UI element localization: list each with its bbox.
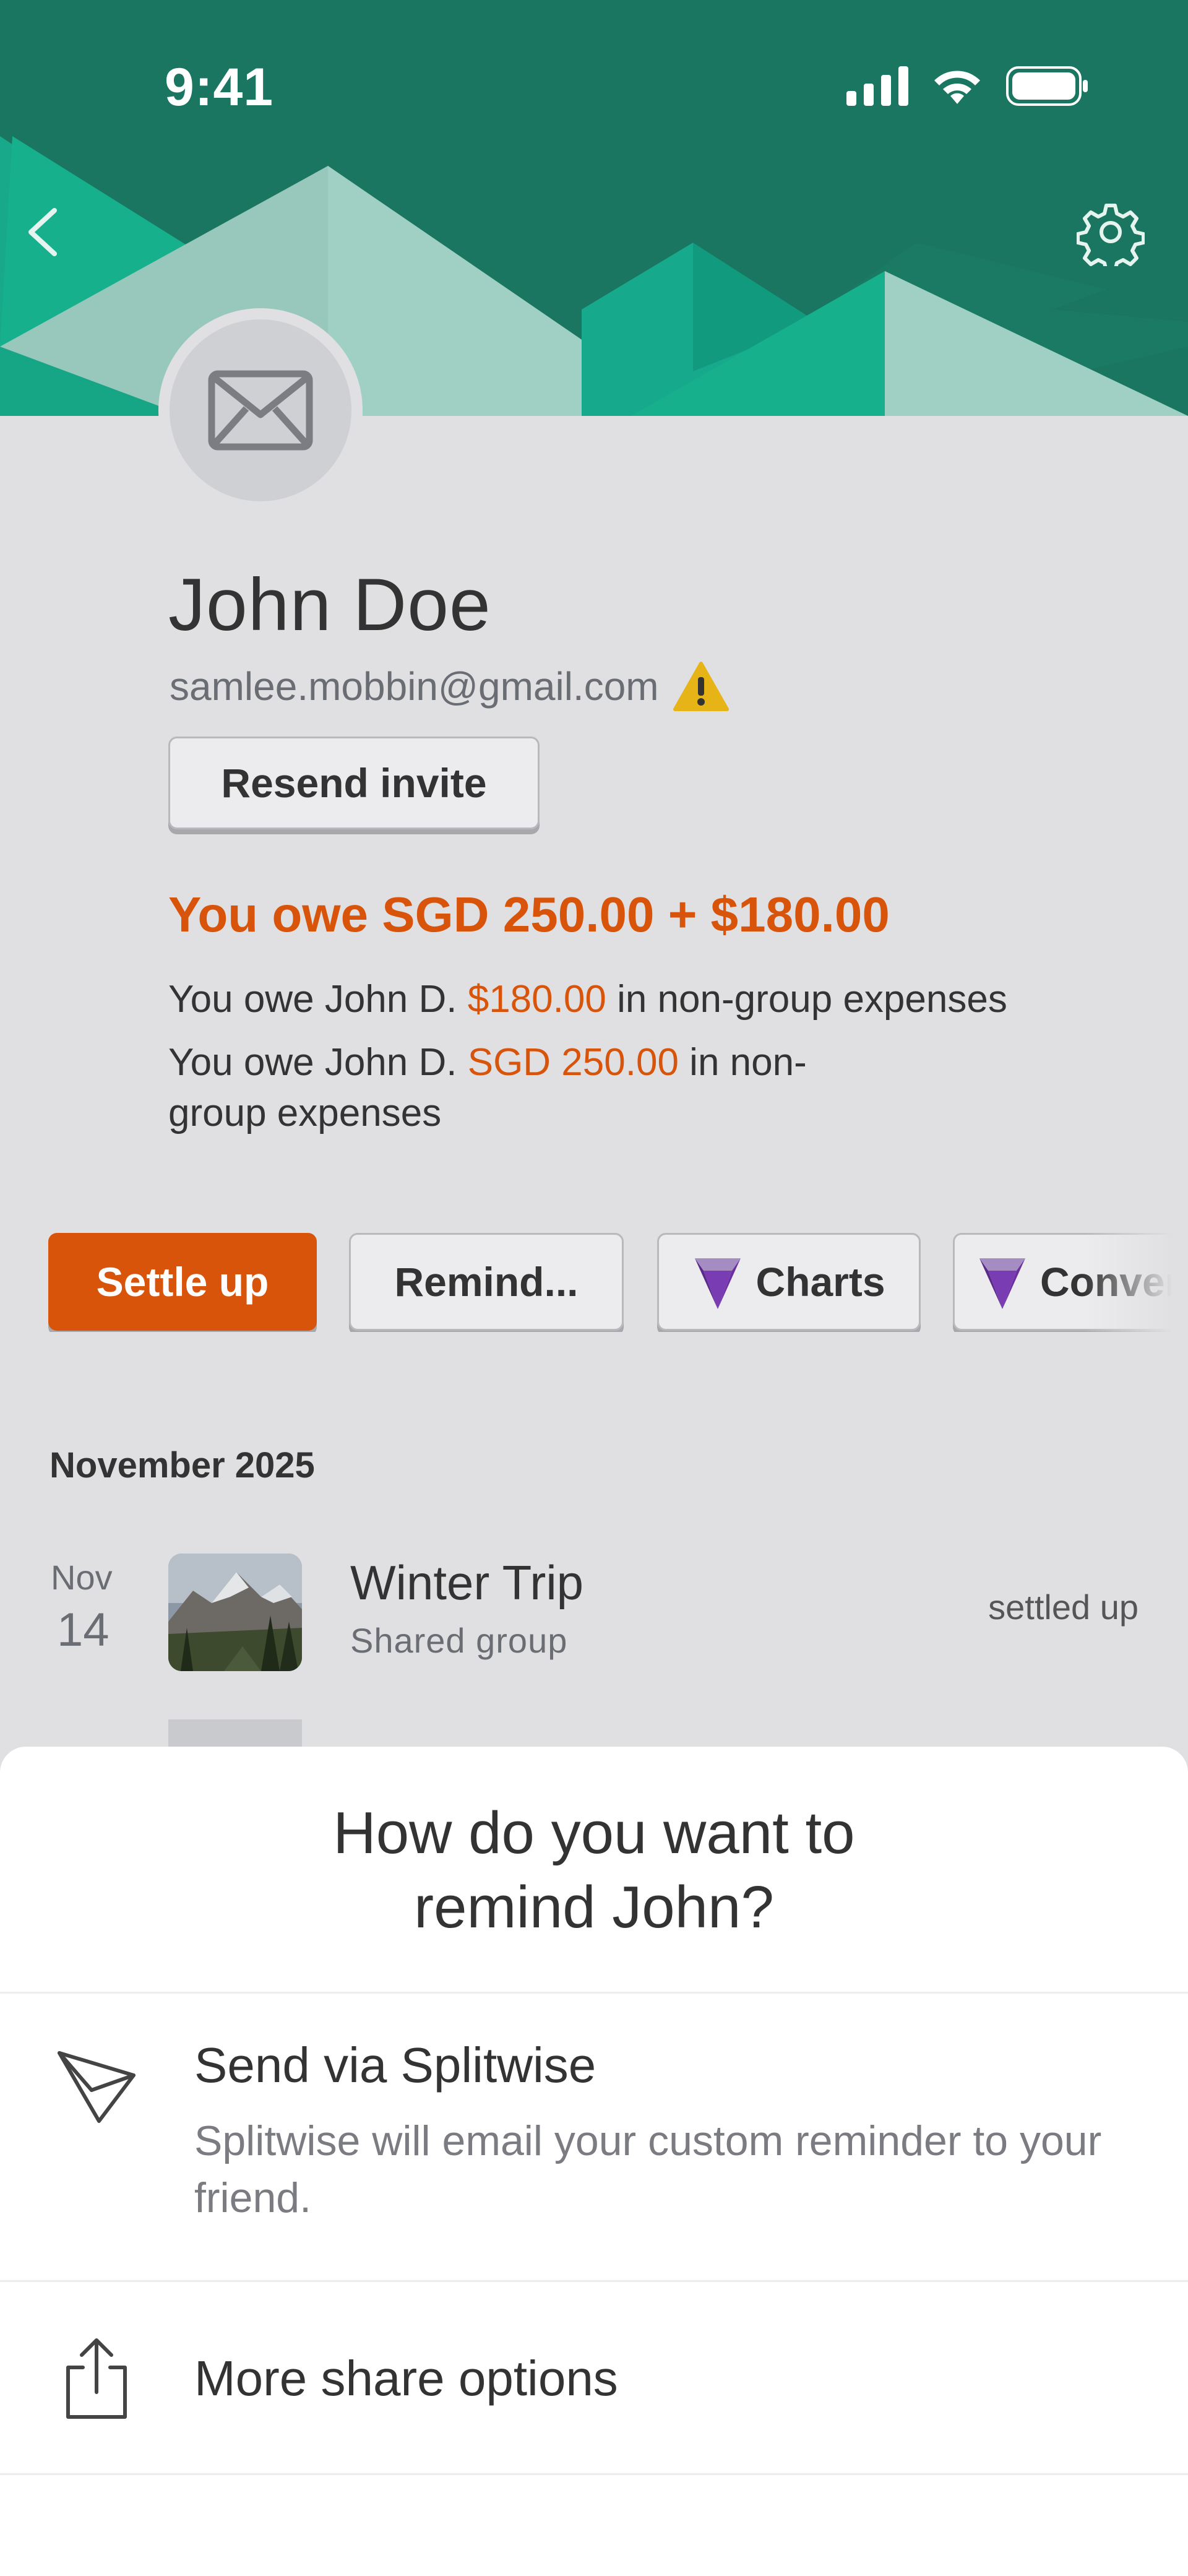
sheet-title-line: remind John? xyxy=(414,1874,774,1940)
back-button[interactable] xyxy=(19,198,68,266)
sheet-title: How do you want to remind John? xyxy=(0,1796,1188,1945)
option-title: More share options xyxy=(194,2351,618,2406)
share-icon xyxy=(66,2338,127,2419)
item-title: Winter Trip xyxy=(350,1555,584,1610)
item-subtitle: Shared group xyxy=(350,1621,568,1660)
profile-name: John Doe xyxy=(168,563,491,646)
charts-button[interactable]: Charts xyxy=(657,1233,921,1331)
list-item[interactable]: Nov 14 Winter Trip Shared group settled … xyxy=(0,1546,1188,1682)
wifi-icon xyxy=(934,71,980,104)
balance-line-sgd-cont: group expenses xyxy=(168,1092,442,1135)
item-status: settled up xyxy=(988,1588,1138,1627)
chevron-left-icon xyxy=(28,208,57,256)
status-time: 9:41 xyxy=(165,58,274,117)
gear-icon xyxy=(1076,204,1145,273)
balance-amount-sgd: SGD 250.00 xyxy=(467,1041,679,1084)
sheet-title-line: How do you want to xyxy=(333,1800,855,1866)
balance-line-usd: You owe John D. $180.00 in non-group exp… xyxy=(168,974,1007,1025)
item-month: Nov xyxy=(51,1558,113,1597)
profile-email: samlee.mobbin@gmail.com xyxy=(170,664,659,709)
settle-up-button[interactable]: Settle up xyxy=(48,1233,317,1331)
status-bar: 9:41 xyxy=(0,0,1188,142)
balance-line-text: You owe John D. xyxy=(168,1041,468,1084)
remind-button[interactable]: Remind... xyxy=(349,1233,624,1331)
balance-line-text: in non-group expenses xyxy=(606,978,1007,1021)
diamond-icon xyxy=(695,1258,741,1309)
email-row: samlee.mobbin@gmail.com xyxy=(170,661,730,712)
settings-button[interactable] xyxy=(1076,198,1145,273)
balance-line-sgd: You owe John D. SGD 250.00 in non- xyxy=(168,1037,807,1088)
resend-invite-button[interactable]: Resend invite xyxy=(168,737,540,829)
group-thumbnail xyxy=(168,1554,302,1671)
scroll-fade xyxy=(1083,1225,1188,1343)
warning-icon[interactable] xyxy=(673,661,730,712)
remind-sheet: How do you want to remind John? Send via… xyxy=(0,1747,1188,2576)
divider xyxy=(0,2473,1188,2475)
action-bar: Settle up Remind... Charts Conver xyxy=(48,1233,1188,1332)
status-icons xyxy=(846,66,1089,106)
avatar[interactable] xyxy=(158,308,363,512)
balance-headline: You owe SGD 250.00 + $180.00 xyxy=(168,887,890,942)
battery-icon xyxy=(1006,66,1088,106)
balance-amount-usd: $180.00 xyxy=(467,978,606,1021)
balance-line-text: in non- xyxy=(678,1041,807,1084)
send-icon xyxy=(58,2051,136,2123)
option-title: Send via Splitwise xyxy=(194,2038,596,2093)
item-day: 14 xyxy=(57,1604,110,1656)
option-description: Splitwise will email your custom reminde… xyxy=(194,2117,1102,2221)
envelope-icon xyxy=(208,370,313,451)
signal-icon xyxy=(846,66,908,106)
send-via-splitwise-option[interactable]: Send via Splitwise Splitwise will email … xyxy=(0,1994,1188,2280)
balance-line-text: You owe John D. xyxy=(168,978,468,1021)
month-header: November 2025 xyxy=(50,1445,315,1485)
charts-label: Charts xyxy=(755,1259,885,1305)
more-share-options[interactable]: More share options xyxy=(0,2282,1188,2474)
diamond-icon xyxy=(979,1258,1025,1309)
